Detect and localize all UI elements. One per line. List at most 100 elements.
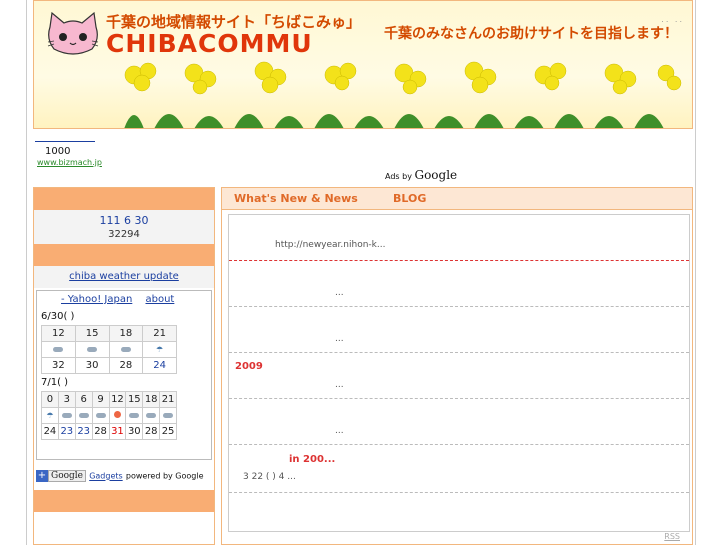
- cloud-icon: [146, 413, 157, 418]
- weather-day-label: 7/1( ): [41, 377, 69, 388]
- weather-icon-cell: ☂: [41, 407, 59, 424]
- sidebar-section-header: [34, 244, 214, 266]
- feed-item[interactable]: ...: [229, 399, 689, 445]
- rain-icon: ☂: [156, 345, 164, 354]
- temp-cell: 28: [108, 357, 144, 374]
- feed-item-text: ...: [335, 380, 344, 390]
- ads-brand: Google: [414, 168, 458, 182]
- hour-cell: 12: [41, 325, 76, 342]
- feed-item[interactable]: in 200... 3 22 ( ) 4 ...: [229, 445, 689, 493]
- temp-cell: 24: [41, 423, 59, 440]
- hour-cell: 21: [159, 391, 177, 408]
- gadgets-link[interactable]: Gadgets: [89, 472, 122, 481]
- tab-blog[interactable]: BLOG: [393, 188, 426, 205]
- hour-cell: 15: [125, 391, 144, 408]
- cloud-icon: [78, 413, 89, 418]
- cloud-icon: [163, 413, 174, 418]
- weather-icon-cell: [74, 341, 110, 358]
- about-link[interactable]: about: [146, 294, 175, 305]
- weather-icon-cell: [125, 407, 144, 424]
- feed-item[interactable]: ...: [229, 261, 689, 307]
- weather-icon-cell: [74, 407, 93, 424]
- news-feed: http://newyear.nihon-k... ... ... 2009 .…: [228, 214, 690, 532]
- rain-icon: ☂: [46, 411, 54, 420]
- hour-cell: 12: [108, 391, 127, 408]
- temp-cell: 24: [142, 357, 177, 374]
- counter-value: 32294: [108, 229, 140, 240]
- temp-cell: 32: [41, 357, 76, 374]
- cloud-icon: [95, 413, 106, 418]
- feed-item-text: ...: [335, 288, 344, 298]
- weather-icon-cell: [57, 407, 76, 424]
- feed-item-title: in 200...: [289, 454, 336, 465]
- cloud-icon: [87, 347, 98, 352]
- weather-icon-cell: [142, 407, 161, 424]
- hour-cell: 18: [142, 391, 161, 408]
- temp-cell: 30: [74, 357, 110, 374]
- weather-links: - Yahoo! Japan about: [61, 294, 184, 305]
- temp-cell: 25: [159, 423, 177, 440]
- sidebar-footer-block: [34, 490, 214, 512]
- temp-cell: 28: [91, 423, 110, 440]
- hour-cell: 6: [74, 391, 93, 408]
- hour-cell: 21: [142, 325, 177, 342]
- feed-item[interactable]: http://newyear.nihon-k...: [229, 215, 689, 261]
- google-gadgets-bar: + Google Gadgets powered by Google: [36, 470, 204, 483]
- feed-item-text: 3 22 ( ) 4 ...: [243, 472, 296, 482]
- visitor-counter: 111 6 30 32294: [34, 210, 214, 244]
- tab-whats-new[interactable]: What's New & News: [234, 188, 358, 205]
- banner-count: 1000: [45, 146, 71, 157]
- sidebar-header: [34, 188, 214, 210]
- feed-item-text: http://newyear.nihon-k...: [275, 240, 386, 250]
- hour-cell: 0: [41, 391, 59, 408]
- yahoo-japan-link[interactable]: - Yahoo! Japan: [61, 294, 132, 305]
- weather-update-link[interactable]: chiba weather update: [34, 266, 214, 288]
- rapeseed-flowers-decoration: [124, 61, 682, 128]
- temp-cell: 23: [57, 423, 76, 440]
- banner-url-link[interactable]: www.bizmach.jp: [37, 158, 102, 167]
- main-content: What's New & News BLOG http://newyear.ni…: [221, 187, 693, 545]
- weather-table-day1: 12 15 18 21 ☂ 32 30 28 24: [41, 325, 177, 374]
- ads-prefix: Ads by: [385, 172, 412, 181]
- hour-cell: 9: [91, 391, 110, 408]
- google-gadget-button[interactable]: Google: [48, 470, 86, 482]
- ads-by-google[interactable]: Ads by Google: [385, 168, 457, 182]
- weather-icon-cell: ☂: [142, 341, 177, 358]
- feed-item-text: ...: [335, 426, 344, 436]
- site-logo-text[interactable]: CHIBACOMMU: [106, 29, 313, 58]
- temp-cell: 30: [125, 423, 144, 440]
- weather-day-label: 6/30( ): [41, 311, 75, 322]
- feed-item-title: 2009: [235, 361, 263, 372]
- rss-link[interactable]: RSS: [664, 532, 680, 541]
- cloud-icon: [129, 413, 140, 418]
- weather-icon-cell: [91, 407, 110, 424]
- counter-date: 111 6 30: [99, 214, 149, 227]
- sun-icon: [113, 411, 121, 418]
- cloud-icon: [53, 347, 64, 352]
- hour-cell: 18: [108, 325, 144, 342]
- temp-cell: 23: [74, 423, 93, 440]
- weather-icon-cell: [108, 407, 127, 424]
- cloud-icon: [61, 413, 72, 418]
- weather-icon-cell: [108, 341, 144, 358]
- site-header: .. .. 千葉の地域情報サイト「ちばこみゅ」 CHIBACOMMU 千葉のみな…: [33, 0, 693, 129]
- feed-item[interactable]: ...: [229, 307, 689, 353]
- temp-cell: 31: [108, 423, 127, 440]
- feed-item-text: ...: [335, 334, 344, 344]
- hour-cell: 3: [57, 391, 76, 408]
- weather-gadget: - Yahoo! Japan about 6/30( ) 12 15 18 21…: [36, 290, 212, 460]
- temp-cell: 28: [142, 423, 161, 440]
- powered-by-google: powered by Google: [125, 471, 204, 481]
- banner-divider: [35, 141, 95, 142]
- site-tagline: 千葉のみなさんのお助けサイトを目指します！: [384, 26, 678, 42]
- weather-table-day2: 0 3 6 9 12 15 18 21 ☂ 24 23 23 28 31 30 …: [41, 391, 177, 440]
- cat-logo-icon: [47, 11, 99, 55]
- add-gadget-plus-icon[interactable]: +: [36, 470, 48, 482]
- weather-icon-cell: [41, 341, 76, 358]
- sidebar: 111 6 30 32294 chiba weather update - Ya…: [33, 187, 215, 545]
- feed-item[interactable]: 2009 ...: [229, 353, 689, 399]
- cloud-icon: [120, 347, 131, 352]
- weather-icon-cell: [159, 407, 177, 424]
- content-tabs: What's New & News BLOG: [222, 188, 692, 210]
- page-container: .. .. 千葉の地域情報サイト「ちばこみゅ」 CHIBACOMMU 千葉のみな…: [26, 0, 696, 545]
